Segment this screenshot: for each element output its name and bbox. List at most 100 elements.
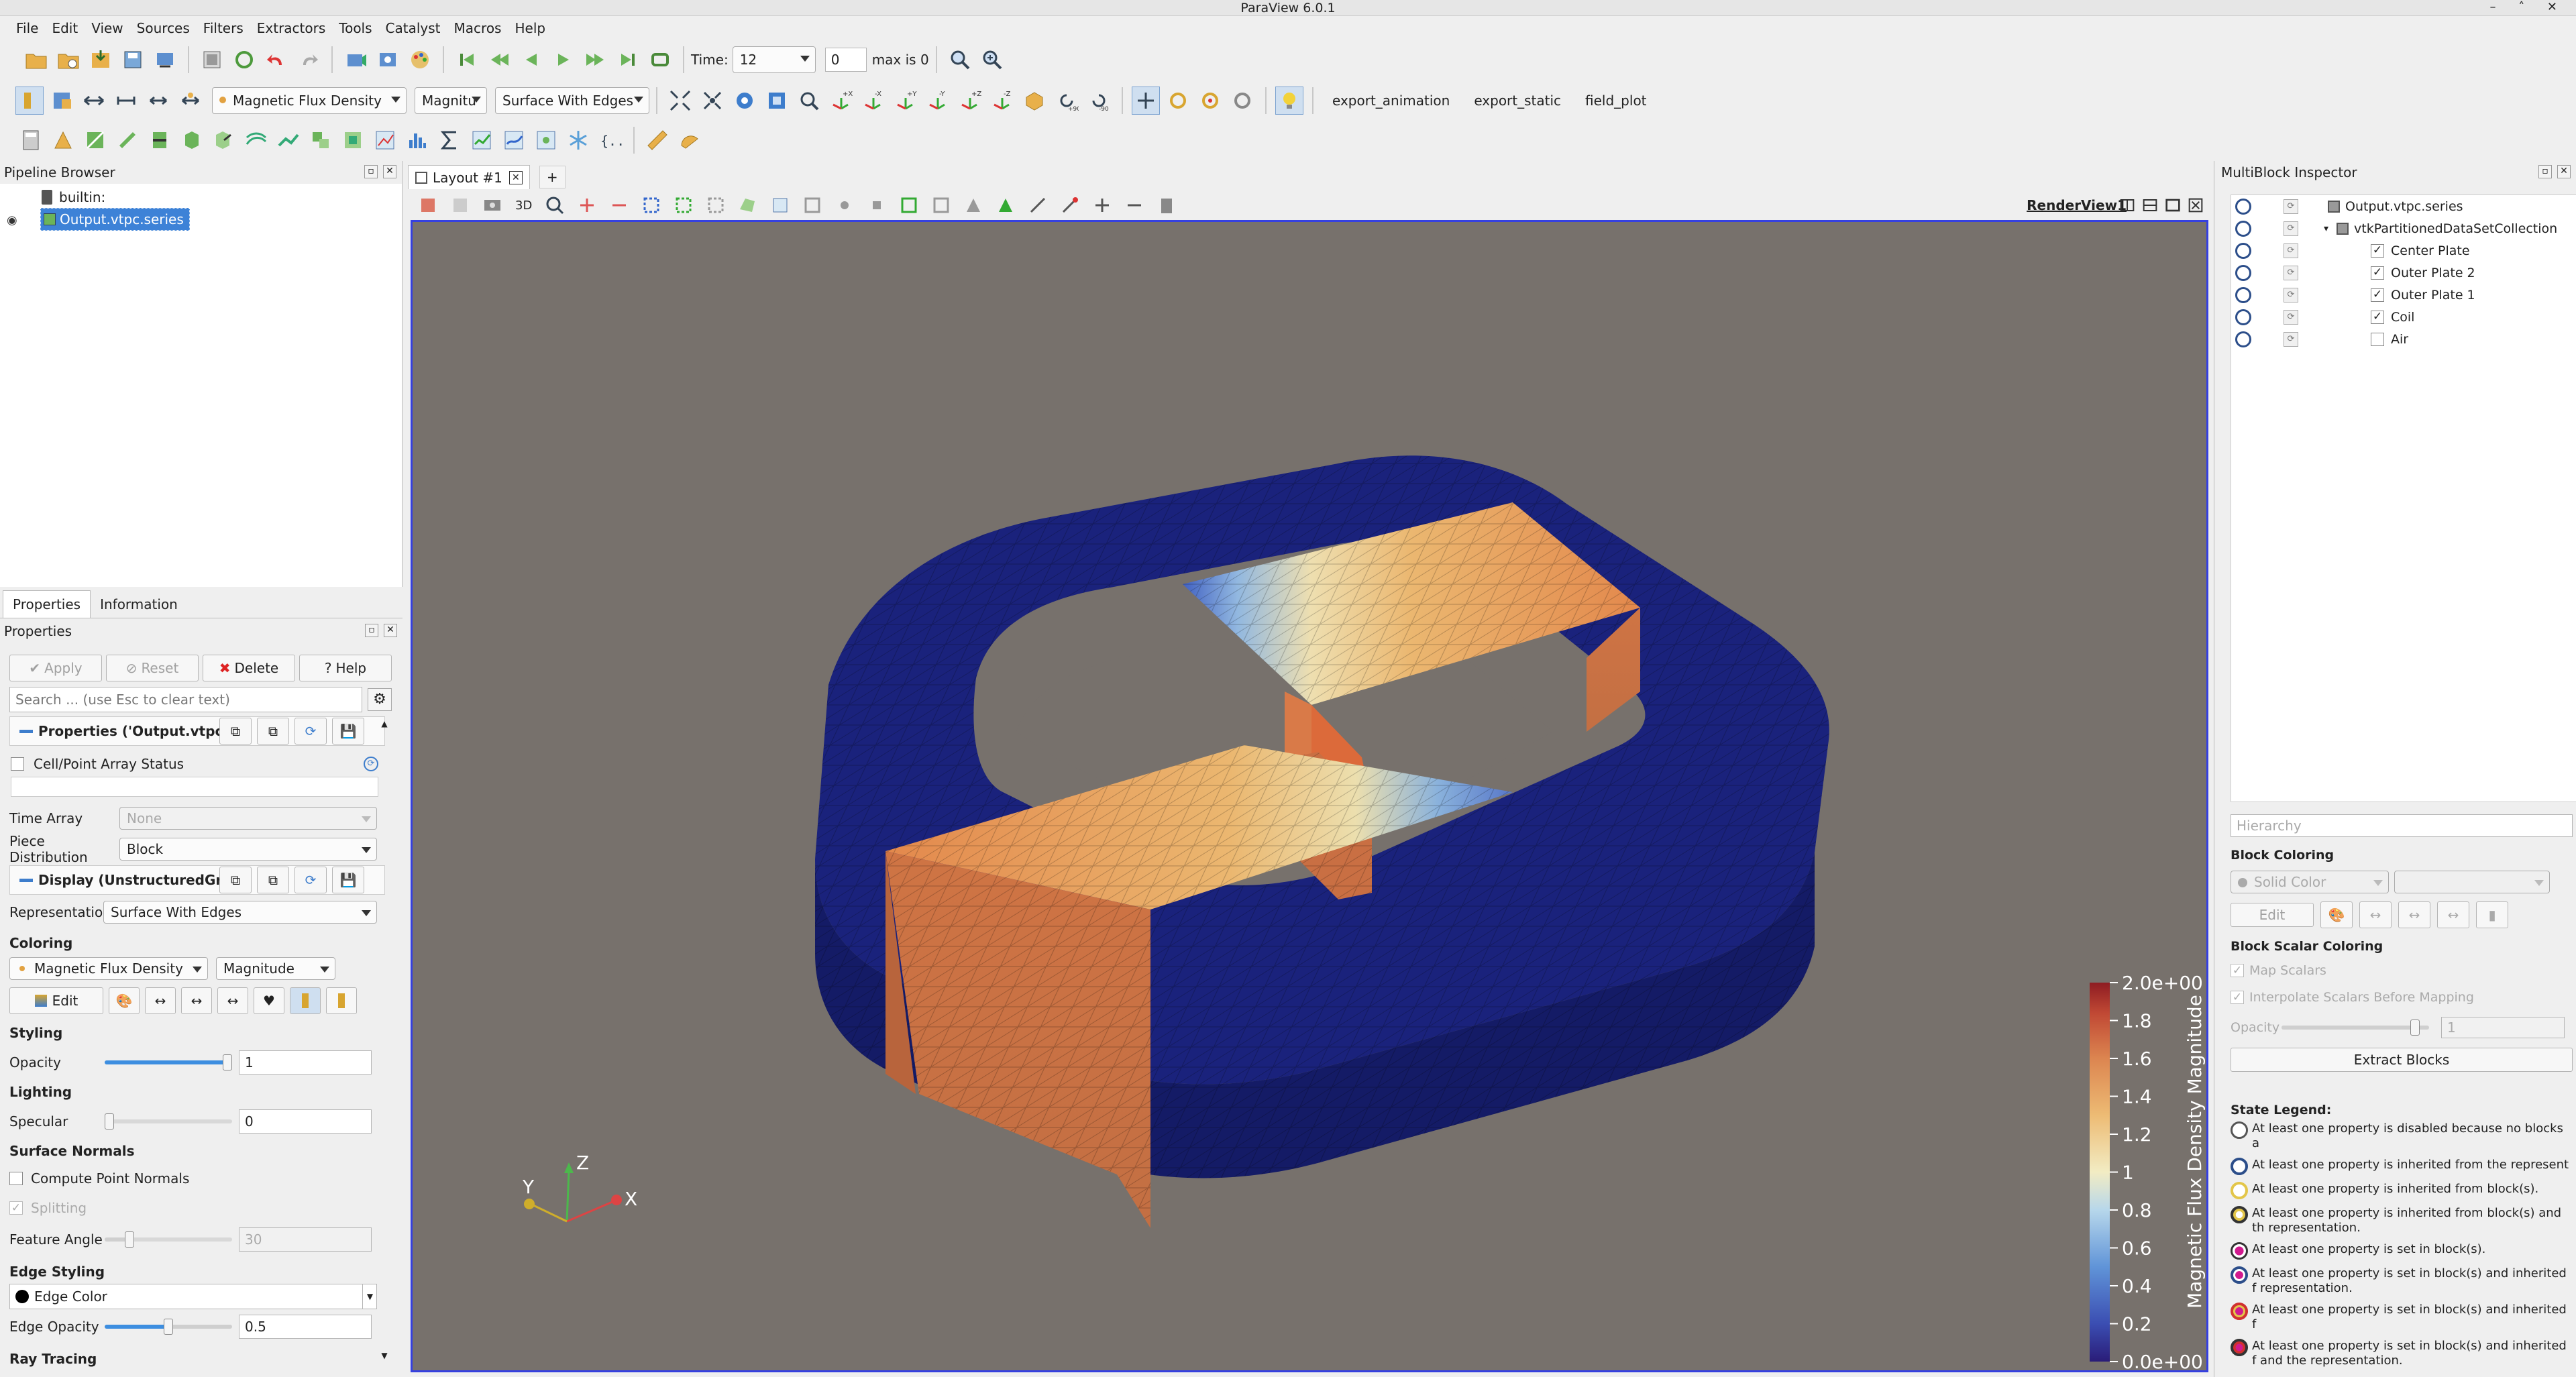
ruler-icon[interactable] [643, 126, 672, 154]
custom-range-icon[interactable] [112, 87, 140, 115]
rotate-minus-90-icon[interactable]: -90 [1085, 87, 1113, 115]
contour-icon[interactable] [49, 126, 77, 154]
info-icon[interactable]: ⟳ [364, 757, 378, 771]
edge-color-button[interactable]: Edge Color [9, 1284, 377, 1309]
pipeline-builtin[interactable]: builtin: [42, 186, 105, 208]
cell-point-checkbox[interactable] [11, 757, 24, 771]
rescale-icon[interactable]: ↔ [2359, 901, 2392, 928]
choose-preset-icon[interactable]: 🎨 [109, 987, 140, 1014]
find-data-icon[interactable] [946, 46, 974, 74]
specular-slider[interactable] [105, 1113, 232, 1130]
last-frame-icon[interactable] [614, 46, 642, 74]
inspector-opacity-slider[interactable] [2282, 1020, 2429, 1036]
edit-selection-icon[interactable] [1024, 191, 1052, 219]
pipeline-source-item[interactable]: Output.vtpc.series [40, 208, 190, 231]
play-icon[interactable] [549, 46, 578, 74]
menu-filters[interactable]: Filters [203, 20, 244, 36]
stream-tracer-icon[interactable] [242, 126, 270, 154]
splitting-checkbox[interactable]: ✓ [9, 1201, 23, 1215]
view-minus-x-icon[interactable]: -X [859, 87, 888, 115]
menu-sources[interactable]: Sources [137, 20, 190, 36]
calculator-icon[interactable] [17, 126, 45, 154]
block-visibility-checkbox[interactable]: ✓ [2371, 288, 2384, 302]
compute-normals-checkbox[interactable] [9, 1172, 23, 1185]
copy-icon[interactable]: ⧉ [219, 867, 252, 893]
tree-block-outer-plate-1[interactable]: ⟳ ✓ Outer Plate 1 [2231, 284, 2576, 306]
reset-button[interactable]: ⊘ Reset [106, 655, 199, 681]
reset-center-icon[interactable] [1228, 87, 1256, 115]
help-button[interactable]: ? Help [299, 655, 392, 681]
view-minus-z-icon[interactable]: -Z [988, 87, 1016, 115]
save-state-icon[interactable] [119, 46, 147, 74]
float-panel-icon[interactable]: ▫ [2538, 165, 2552, 178]
render-view[interactable]: Z X Y 2.0e+00 1.8 1.6 1.4 1.2 1 0.8 0.6 0.4 0.2 0.… [411, 220, 2208, 1372]
glyph-icon[interactable] [210, 126, 238, 154]
time-index-spinbox[interactable]: 0 [824, 48, 867, 72]
menu-view[interactable]: View [91, 20, 123, 36]
close-panel-icon[interactable]: ✕ [2557, 165, 2571, 178]
integrate-variables-icon[interactable] [435, 126, 464, 154]
extract-subset-icon[interactable] [178, 126, 206, 154]
add-selection-icon[interactable] [1088, 191, 1116, 219]
rescale-visible-icon[interactable] [144, 87, 172, 115]
maximize-view-icon[interactable] [2165, 191, 2181, 219]
undo-icon[interactable] [262, 46, 290, 74]
legend-icon[interactable]: ▮ [2476, 901, 2508, 928]
find-selection-icon[interactable] [1056, 191, 1084, 219]
previous-frame-icon[interactable] [485, 46, 513, 74]
close-tab-icon[interactable]: ✕ [508, 170, 523, 184]
menu-edit[interactable]: Edit [52, 20, 78, 36]
view-plus-x-icon[interactable]: +X [827, 87, 855, 115]
save-defaults-icon[interactable]: 💾 [332, 867, 364, 893]
eye-icon[interactable]: ◉ [7, 213, 17, 227]
screenshot-view-icon[interactable] [478, 191, 506, 219]
pick-center-icon[interactable] [1196, 87, 1224, 115]
interactive-select-icon[interactable] [798, 191, 826, 219]
collapse-arrow-icon[interactable]: ▾ [2324, 223, 2328, 234]
tree-block-air[interactable]: ⟳ Air [2231, 328, 2576, 350]
opacity-slider[interactable] [105, 1054, 232, 1070]
menu-macros[interactable]: Macros [454, 20, 502, 36]
palette-icon[interactable] [406, 46, 434, 74]
edge-color-dropdown-icon[interactable]: ▼ [362, 1284, 377, 1309]
float-panel-icon[interactable]: ▫ [364, 165, 378, 178]
zoom-to-data-icon[interactable] [731, 87, 759, 115]
extract-level-icon[interactable] [339, 126, 367, 154]
component-combo[interactable]: Magnitu [415, 87, 487, 114]
reset-session-icon[interactable] [198, 46, 226, 74]
screenshot-icon[interactable] [374, 46, 402, 74]
properties-search-input[interactable]: Search ... (use Esc to clear text) [9, 687, 362, 712]
edge-opacity-input[interactable]: 0.5 [239, 1315, 372, 1339]
delete-button[interactable]: ✖ Delete [203, 655, 295, 681]
block-edit-button[interactable]: Edit [2231, 903, 2314, 927]
camera-undo-icon[interactable] [341, 46, 370, 74]
coloring-array-select[interactable]: Magnetic Flux Density [9, 957, 208, 980]
add-layout-tab[interactable]: + [539, 166, 566, 188]
specular-input[interactable]: 0 [239, 1109, 372, 1134]
select-frustum-icon[interactable] [702, 191, 730, 219]
hover-cells-icon[interactable] [863, 191, 891, 219]
legend-edit-icon[interactable] [326, 987, 357, 1014]
tab-information[interactable]: Information [91, 591, 187, 618]
opacity-input[interactable]: 1 [239, 1050, 372, 1075]
refresh-icon[interactable]: ⟳ [294, 718, 327, 745]
view-plus-z-icon[interactable]: +Z [956, 87, 984, 115]
clear-selection-icon[interactable] [1152, 191, 1181, 219]
edit-color-map-icon[interactable] [48, 87, 76, 115]
macro-export-static[interactable]: export_static [1474, 93, 1561, 109]
reset-icon[interactable] [230, 46, 258, 74]
python-calculator-icon[interactable]: {..} [596, 126, 625, 154]
zoom-closest-icon[interactable] [795, 87, 823, 115]
reset-camera-view-icon[interactable] [414, 191, 442, 219]
zoom-to-box-icon[interactable] [763, 87, 791, 115]
paste-icon[interactable]: ⧉ [257, 718, 289, 745]
block-visibility-checkbox[interactable]: ✓ [2371, 243, 2384, 258]
redo-icon[interactable] [294, 46, 323, 74]
custom-range-icon[interactable]: ↔ [2398, 901, 2430, 928]
window-controls[interactable]: – ˄ ✕ [2489, 0, 2567, 14]
menu-extractors[interactable]: Extractors [257, 20, 326, 36]
show-center-icon[interactable] [573, 191, 601, 219]
preset-icon[interactable]: 🎨 [2320, 901, 2353, 928]
split-vertical-icon[interactable] [2142, 191, 2158, 219]
open-recent-icon[interactable] [54, 46, 83, 74]
